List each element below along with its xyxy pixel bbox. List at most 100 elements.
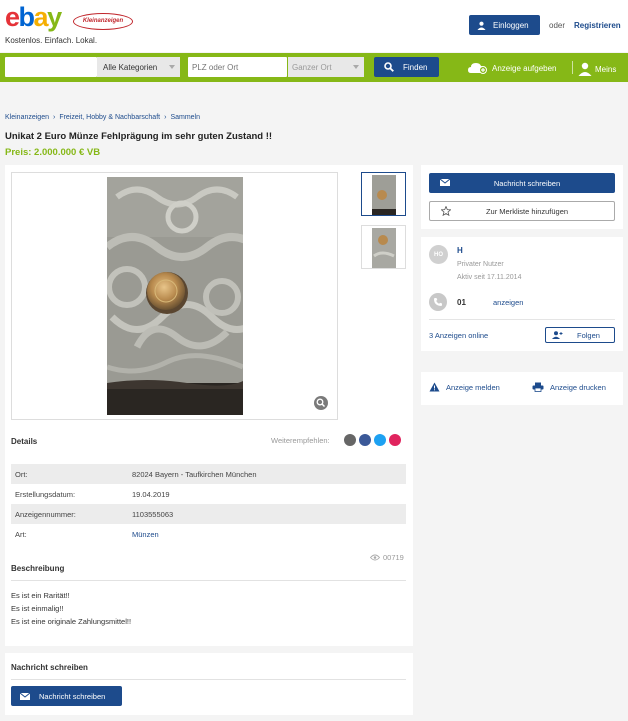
person-icon — [578, 62, 592, 76]
location-input[interactable] — [188, 57, 287, 77]
details-table: Ort: 82024 Bayern - Taufkirchen München E… — [11, 464, 406, 544]
detail-value: 1103555063 — [132, 509, 174, 519]
ad-title: Unikat 2 Euro Münze Fehlprägung im sehr … — [5, 131, 273, 142]
search-icon — [384, 62, 394, 72]
post-ad-label: Anzeige aufgeben — [492, 63, 557, 73]
tagline: Kostenlos. Einfach. Lokal. — [5, 36, 98, 45]
star-icon — [441, 206, 451, 216]
divider — [572, 61, 573, 74]
detail-value: 19.04.2019 — [132, 489, 170, 499]
avatar: HO — [429, 245, 448, 264]
seller-active-since: Aktiv seit 17.11.2014 — [457, 274, 522, 281]
chevron-down-icon — [353, 65, 359, 69]
main-photo[interactable] — [107, 177, 243, 415]
phone-icon — [429, 293, 447, 311]
print-ad-link[interactable]: Anzeige drucken — [532, 382, 606, 392]
facebook-icon[interactable] — [359, 434, 371, 446]
seller-card: HO H Privater Nutzer Aktiv seit 17.11.20… — [421, 237, 623, 351]
my-account-menu[interactable]: Meins — [578, 62, 616, 76]
login-button[interactable]: Einloggen — [469, 15, 540, 35]
divider — [429, 319, 615, 320]
logo-wordmark: ebay — [5, 2, 62, 32]
detail-key: Ort: — [15, 469, 28, 479]
envelope-icon — [440, 179, 450, 186]
register-link[interactable]: Registrieren — [574, 21, 621, 30]
detail-key: Anzeigennummer: — [15, 509, 76, 519]
view-count: 00719 — [383, 553, 404, 562]
zoom-icon[interactable] — [314, 396, 328, 410]
mail-share-icon[interactable] — [344, 434, 356, 446]
divider — [11, 580, 406, 581]
message-card: Nachricht schreiben Nachricht schreiben — [5, 653, 413, 715]
ebay-kleinanzeigen-logo[interactable]: ebay Kleinanzeigen — [5, 4, 135, 34]
watchlist-button[interactable]: Zur Merkliste hinzufügen — [429, 201, 615, 221]
table-row: Erstellungsdatum: 19.04.2019 — [11, 484, 406, 504]
breadcrumb-item[interactable]: Sammeln — [170, 114, 200, 121]
watchlist-label: Zur Merkliste hinzufügen — [485, 206, 569, 216]
print-ad-label: Anzeige drucken — [550, 382, 606, 392]
ad-price: Preis: 2.000.000 € VB — [5, 147, 101, 158]
breadcrumb-item[interactable]: Freizeit, Hobby & Nachbarschaft — [59, 114, 160, 121]
search-input[interactable] — [5, 57, 97, 77]
breadcrumb: Kleinanzeigen › Freizeit, Hobby & Nachbar… — [5, 114, 200, 121]
ad-main-card: Details Weiterempfehlen: Ort: 82024 Bayer… — [5, 165, 413, 646]
description-line: Es ist ein Rarität!! — [11, 591, 70, 600]
login-label: Einloggen — [493, 20, 529, 30]
radius-select[interactable]: Ganzer Ort — [288, 57, 364, 77]
thumbnail-1[interactable] — [361, 172, 406, 216]
breadcrumb-item[interactable]: Kleinanzeigen — [5, 114, 49, 121]
category-value: Alle Kategorien — [103, 62, 158, 72]
table-row: Ort: 82024 Bayern - Taufkirchen München — [11, 464, 406, 484]
follow-label: Folgen — [577, 330, 600, 340]
warning-icon — [429, 382, 440, 392]
category-select[interactable]: Alle Kategorien — [97, 57, 180, 77]
detail-value: 82024 Bayern - Taufkirchen München — [132, 469, 257, 479]
twitter-icon[interactable] — [374, 434, 386, 446]
seller-ads-link[interactable]: 3 Anzeigen online — [429, 331, 488, 340]
or-text: oder — [549, 21, 566, 30]
follow-icon — [552, 331, 563, 339]
search-bar: Alle Kategorien Ganzer Ort Finden Anzeig… — [0, 53, 628, 82]
chevron-down-icon — [169, 65, 175, 69]
eye-icon — [370, 554, 380, 561]
post-ad-button[interactable]: Anzeige aufgeben — [468, 62, 557, 74]
detail-key: Art: — [15, 529, 27, 539]
seller-name[interactable]: H — [457, 246, 463, 255]
my-account-label: Meins — [595, 64, 617, 74]
follow-button[interactable]: Folgen — [545, 327, 615, 343]
breadcrumb-separator: › — [164, 114, 167, 121]
search-button-label: Finden — [403, 62, 428, 72]
details-heading: Details — [11, 437, 38, 446]
seller-type: Privater Nutzer — [457, 261, 504, 268]
radius-value: Ganzer Ort — [292, 62, 332, 72]
send-message-label: Nachricht schreiben — [493, 178, 561, 188]
description-line: Es ist einmalig!! — [11, 604, 64, 613]
share-icons — [344, 434, 401, 446]
thumbnail-2[interactable] — [361, 225, 406, 269]
description-heading: Beschreibung — [11, 564, 65, 573]
divider — [11, 679, 406, 680]
detail-key: Erstellungsdatum: — [15, 489, 76, 499]
write-message-button[interactable]: Nachricht schreiben — [11, 686, 122, 706]
description-text: Es ist ein Rarität!! Es ist einmalig!! E… — [11, 589, 131, 628]
send-message-button[interactable]: Nachricht schreiben — [429, 173, 615, 193]
image-gallery[interactable] — [11, 172, 338, 420]
report-print-card: Anzeige melden Anzeige drucken — [421, 372, 623, 405]
show-phone-link[interactable]: anzeigen — [493, 298, 523, 307]
pinterest-icon[interactable] — [389, 434, 401, 446]
camera-plus-icon — [468, 63, 487, 74]
breadcrumb-separator: › — [52, 114, 56, 121]
user-icon — [477, 21, 486, 30]
search-button[interactable]: Finden — [374, 57, 439, 77]
report-ad-link[interactable]: Anzeige melden — [429, 382, 500, 392]
report-ad-label: Anzeige melden — [446, 382, 500, 392]
category-link[interactable]: Münzen — [132, 530, 159, 539]
view-counter: 00719 — [370, 553, 404, 562]
site-header: ebay Kleinanzeigen Kostenlos. Einfach. L… — [0, 0, 628, 52]
share-label: Weiterempfehlen: — [271, 436, 330, 445]
logo-badge: Kleinanzeigen — [73, 13, 133, 30]
write-message-label: Nachricht schreiben — [39, 691, 106, 701]
envelope-icon — [20, 692, 30, 700]
message-heading: Nachricht schreiben — [11, 663, 88, 672]
contact-actions-card: Nachricht schreiben Zur Merkliste hinzuf… — [421, 165, 623, 229]
